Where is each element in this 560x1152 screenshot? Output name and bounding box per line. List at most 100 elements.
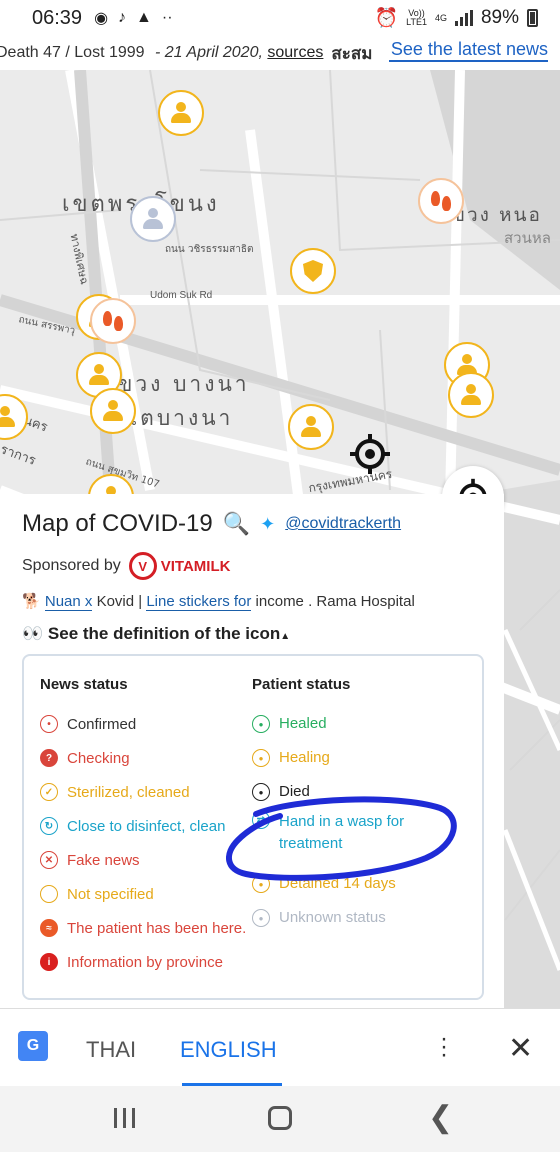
status-bar: 06:39 ◉ ♪ ▲ ·· ⏰ Vo)) LTE1 4G 89%: [0, 0, 560, 36]
legend-item: • Confirmed: [40, 707, 246, 741]
map-pin-healing[interactable]: [288, 404, 334, 450]
map-pin-healing[interactable]: [158, 90, 204, 136]
nuan-link[interactable]: Nuan x: [44, 593, 93, 611]
network-label: Vo)) LTE1: [406, 8, 427, 27]
vitamilk-mark-icon: V: [128, 552, 157, 580]
legend-item: ● Healing: [252, 741, 404, 775]
ticker-date: - 21 April 2020,: [150, 44, 263, 61]
map-pin-healing[interactable]: [448, 372, 494, 418]
more-notifications-icon: ··: [161, 9, 173, 26]
healing-person-icon: ●: [252, 749, 270, 767]
legend-item-label: Healed: [279, 715, 327, 732]
person-icon: [0, 406, 16, 428]
news-ticker: Death 47 / Lost 1999 - 21 April 2020, so…: [0, 36, 560, 70]
clock: 06:39: [32, 6, 83, 29]
legend-item: ● Unknown status: [252, 901, 404, 935]
road-label: ถนน วชิรธรรมสาธิต: [165, 244, 254, 255]
sources-link[interactable]: sources: [267, 44, 323, 62]
close-icon[interactable]: ✕: [508, 1031, 533, 1066]
legend-item-label: Close to disinfect, clean: [67, 817, 226, 835]
source-language-tab[interactable]: THAI: [86, 1037, 136, 1063]
twitter-icon: ✦: [260, 513, 276, 534]
system-nav-bar: ❮: [0, 1086, 560, 1152]
legend-item: i Information by province: [40, 945, 246, 979]
person-icon: [300, 416, 322, 438]
legend-item-label: Confirmed: [67, 715, 137, 733]
legend-item-label: Information by province: [67, 953, 223, 971]
kovid-text: Kovid |: [96, 593, 143, 610]
google-translate-icon: G: [18, 1031, 48, 1061]
definition-toggle[interactable]: 👀 See the definition of the icon▲: [22, 624, 482, 644]
footprints-icon: [103, 311, 123, 331]
info-icon: i: [40, 953, 58, 971]
income-text: income . Rama Hospital: [255, 593, 415, 610]
shield-check-icon: ✓: [40, 783, 58, 801]
vitamilk-logo[interactable]: V VITAMILK: [128, 552, 230, 580]
legend-item: Not specified: [40, 877, 246, 911]
legend-item-label: Fake news: [67, 851, 140, 869]
dog-icon: 🐕: [22, 593, 41, 610]
person-icon: [170, 102, 192, 124]
shield-icon: [303, 260, 323, 282]
legend-item: ↻ Close to disinfect, clean: [40, 809, 246, 843]
legend-item: ✕ Fake news: [40, 843, 246, 877]
caret-up-icon: ▲: [280, 631, 291, 642]
news-status-column: News status • Confirmed? Checking ✓ Steriliz…: [40, 676, 246, 979]
eyes-icon: 👀: [22, 624, 44, 643]
legend-item-label: The patient has been here.: [67, 919, 247, 937]
district-label: เตบางนา: [130, 406, 234, 430]
info-panel: Map of COVID-19 🔍 ✦ @covidtrackerth Spon…: [0, 494, 504, 1024]
district-sublabel: สวนหล: [504, 229, 551, 247]
legend-item-label: Healing: [279, 749, 330, 766]
legend-item: ≈ The patient has been here.: [40, 911, 246, 945]
home-button[interactable]: [268, 1106, 292, 1130]
legend-item: ● Healed: [252, 707, 404, 741]
panel-title: Map of COVID-19: [22, 510, 213, 537]
person-icon: [102, 400, 124, 422]
map-pin-patient-visited[interactable]: [90, 298, 136, 344]
healed-person-icon: ●: [252, 715, 270, 733]
footprints-icon: ≈: [40, 919, 58, 937]
unknown-person-icon: ●: [252, 909, 270, 927]
messenger-icon: ◉: [94, 10, 109, 27]
more-options-icon[interactable]: · · ·: [440, 1027, 448, 1067]
translate-bar: G THAI ENGLISH · · · ✕: [0, 1008, 560, 1087]
patient-status-title: Patient status: [252, 676, 351, 693]
ticker-thai-text: สะสม: [331, 43, 373, 63]
legend-item-label: Checking: [67, 749, 130, 767]
person-icon: [460, 384, 482, 406]
footprints-icon: [431, 191, 451, 211]
legend-item-label: Sterilized, cleaned: [67, 783, 190, 801]
line-stickers-link[interactable]: Line stickers for: [146, 593, 252, 611]
network-type: 4G: [434, 12, 447, 23]
map-pin-sterilized[interactable]: [290, 248, 336, 294]
current-location-icon: [350, 434, 390, 474]
legend-item-label: Unknown status: [279, 909, 386, 926]
latest-news-link[interactable]: See the latest news: [388, 39, 548, 62]
signal-icon: [454, 10, 473, 26]
sponsored-by-label: Sponsored by: [22, 557, 121, 574]
twitter-handle-link[interactable]: @covidtrackerth: [285, 515, 401, 533]
back-button[interactable]: ❮: [428, 1100, 453, 1135]
confirmed-icon: •: [40, 715, 58, 733]
road-label: Udom Suk Rd: [150, 290, 213, 301]
recent-apps-button[interactable]: [114, 1108, 135, 1128]
tiktok-icon: ♪: [118, 9, 127, 26]
warning-icon: ▲: [136, 9, 152, 26]
battery-icon: [527, 9, 538, 27]
empty-circle-icon: [40, 885, 58, 903]
person-icon: [142, 208, 164, 230]
map-pin-patient-visited[interactable]: [418, 178, 464, 224]
battery-percent: 89%: [480, 7, 519, 28]
disinfect-icon: ↻: [40, 817, 58, 835]
target-language-tab[interactable]: ENGLISH: [180, 1037, 277, 1063]
map-pin-healing[interactable]: [90, 388, 136, 434]
district-label: ขวง บางนา: [118, 372, 250, 396]
magnifier-icon: 🔍: [222, 511, 251, 536]
person-icon: [88, 364, 110, 386]
ticker-stats: Death 47 / Lost 1999: [0, 44, 145, 61]
legend-item: ✓ Sterilized, cleaned: [40, 775, 246, 809]
alarm-icon: ⏰: [374, 8, 399, 29]
map-pin-unknown[interactable]: [130, 196, 176, 242]
legend-item: ? Checking: [40, 741, 246, 775]
